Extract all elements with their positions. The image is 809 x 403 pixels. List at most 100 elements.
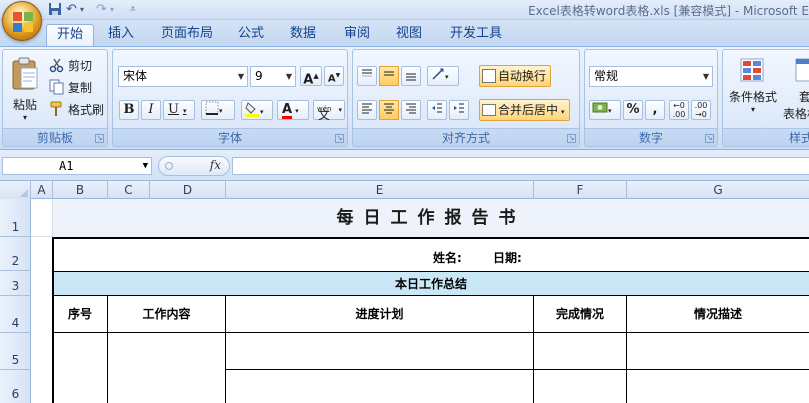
number-launcher-icon[interactable]: ↘ xyxy=(705,134,714,143)
table-cell[interactable] xyxy=(627,333,809,370)
column-header-e[interactable]: E xyxy=(226,181,534,199)
customize-qat-icon[interactable]: ⩡ xyxy=(130,2,136,18)
styles-group: 条件格式 ▾ 套 表格格 样式 xyxy=(722,49,809,147)
column-header-c[interactable]: C xyxy=(108,181,150,199)
column-headers: A B C D E F G xyxy=(0,181,809,199)
row-header-1[interactable]: 1 xyxy=(0,199,31,237)
copy-label: 复制 xyxy=(68,81,93,95)
shrink-font-icon[interactable]: A▼ xyxy=(324,66,344,86)
header-serial: 序号 xyxy=(53,296,108,333)
row-header-3[interactable]: 3 xyxy=(0,271,31,296)
table-cell[interactable] xyxy=(53,333,108,403)
name-box[interactable]: A1 ▼ xyxy=(2,157,152,175)
row-header-2[interactable]: 2 xyxy=(0,237,31,271)
table-cell[interactable] xyxy=(226,370,534,403)
table-cell[interactable] xyxy=(534,333,627,370)
font-group-label: 字体 xyxy=(113,128,347,146)
title-bar: ↶ ▾ ↷ ▾ ⩡ Excel表格转word表格.xls [兼容模式] - Mi… xyxy=(0,0,809,41)
font-name-combo[interactable]: 宋体 ▼ xyxy=(118,66,248,87)
align-top-icon[interactable] xyxy=(357,66,377,86)
tab-home[interactable]: 开始 xyxy=(46,24,95,46)
percent-icon[interactable]: % xyxy=(623,100,643,120)
insert-function-button[interactable]: fx xyxy=(158,156,230,176)
conditional-formatting-button[interactable]: 条件格式 ▾ xyxy=(725,54,781,128)
bold-icon[interactable]: B xyxy=(119,100,139,120)
format-painter-button[interactable]: 格式刷 xyxy=(49,100,104,120)
office-button[interactable] xyxy=(2,1,42,41)
tab-formulas[interactable]: 公式 xyxy=(228,24,274,46)
save-icon[interactable] xyxy=(48,2,62,18)
clipboard-group-label: 剪贴板 xyxy=(3,128,107,146)
wrap-text-button[interactable]: 自动换行 xyxy=(479,65,552,87)
redo-icon[interactable]: ↷ xyxy=(96,2,107,18)
orientation-icon[interactable]: ▾ xyxy=(427,66,459,86)
summary-header: 本日工作总结 xyxy=(53,271,809,296)
column-header-g[interactable]: G xyxy=(627,181,809,199)
align-center-icon[interactable] xyxy=(379,100,399,120)
tab-page-layout[interactable]: 页面布局 xyxy=(151,24,223,46)
alignment-launcher-icon[interactable]: ↘ xyxy=(567,134,576,143)
table-cell[interactable] xyxy=(108,333,226,403)
format-as-table-icon xyxy=(795,58,809,82)
grow-font-icon[interactable]: A▲ xyxy=(300,66,322,87)
format-as-table-button[interactable]: 套 表格格 xyxy=(783,54,809,128)
column-header-a[interactable]: A xyxy=(31,181,53,199)
cut-button[interactable]: 剪切 xyxy=(49,56,92,76)
chevron-down-icon: ▼ xyxy=(142,161,148,171)
worksheet-grid[interactable]: 每日工作报告书 姓名: 日期: 本日工作总结 序号 工作内容 进度计划 完成情况… xyxy=(31,199,809,403)
merge-center-icon xyxy=(482,104,496,116)
phonetic-guide-icon[interactable]: wén 文 ▾ xyxy=(313,100,345,122)
number-group: 常规 ▼ ▾ % , ←0.00 .00 →0 数字 ↘ xyxy=(584,49,718,147)
number-format-combo[interactable]: 常规 ▼ xyxy=(589,66,713,87)
align-bottom-icon[interactable] xyxy=(401,66,421,86)
underline-icon[interactable]: U ▾ xyxy=(163,100,195,120)
copy-button[interactable]: 复制 xyxy=(49,78,92,98)
tab-developer[interactable]: 开发工具 xyxy=(440,24,512,46)
redo-dropdown-icon[interactable]: ▾ xyxy=(110,2,114,18)
header-completion: 完成情况 xyxy=(534,296,627,333)
wrap-text-icon xyxy=(482,69,496,83)
increase-decimal-icon[interactable]: ←0.00 xyxy=(669,100,689,120)
column-header-f[interactable]: F xyxy=(534,181,627,199)
header-progress-plan: 进度计划 xyxy=(226,296,534,333)
increase-indent-icon[interactable] xyxy=(449,100,469,120)
currency-icon[interactable]: ▾ xyxy=(589,100,621,120)
font-size-value: 9 xyxy=(255,69,263,83)
tab-review[interactable]: 审阅 xyxy=(334,24,380,46)
header-work-content: 工作内容 xyxy=(108,296,226,333)
name-date-row: 姓名: 日期: xyxy=(53,237,809,271)
expand-handle-icon xyxy=(165,162,173,170)
font-launcher-icon[interactable]: ↘ xyxy=(335,134,344,143)
formula-input[interactable] xyxy=(232,157,809,175)
align-middle-icon[interactable] xyxy=(379,66,399,86)
select-all-button[interactable] xyxy=(0,181,31,199)
decrease-indent-icon[interactable] xyxy=(427,100,447,120)
row-header-4[interactable]: 4 xyxy=(0,296,31,333)
comma-style-icon[interactable]: , xyxy=(645,100,665,120)
row-header-5[interactable]: 5 xyxy=(0,333,31,370)
tab-insert[interactable]: 插入 xyxy=(98,24,144,46)
row-header-6[interactable]: 6 xyxy=(0,370,31,403)
borders-icon[interactable]: ▾ xyxy=(201,100,235,120)
align-left-icon[interactable] xyxy=(357,100,377,120)
tab-data[interactable]: 数据 xyxy=(280,24,326,46)
table-cell[interactable] xyxy=(627,370,809,403)
fill-color-icon[interactable]: ▾ xyxy=(241,100,273,120)
merge-center-button[interactable]: 合并后居中 ▾ xyxy=(479,99,570,121)
column-header-b[interactable]: B xyxy=(53,181,108,199)
clipboard-launcher-icon[interactable]: ↘ xyxy=(95,134,104,143)
italic-icon[interactable]: I xyxy=(141,100,161,120)
table-cell[interactable] xyxy=(226,333,534,370)
font-size-combo[interactable]: 9 ▼ xyxy=(250,66,296,87)
table-cell[interactable] xyxy=(534,370,627,403)
tab-view[interactable]: 视图 xyxy=(386,24,432,46)
font-color-icon[interactable]: A ▾ xyxy=(277,100,309,120)
undo-dropdown-icon[interactable]: ▾ xyxy=(80,2,84,18)
paste-button[interactable]: 粘贴 ▾ xyxy=(7,54,43,128)
chevron-down-icon: ▾ xyxy=(750,105,755,114)
align-right-icon[interactable] xyxy=(401,100,421,120)
decrease-decimal-icon[interactable]: .00 →0 xyxy=(691,100,711,120)
undo-icon[interactable]: ↶ xyxy=(66,2,77,18)
column-header-d[interactable]: D xyxy=(150,181,226,199)
alignment-group-label: 对齐方式 xyxy=(353,128,579,146)
